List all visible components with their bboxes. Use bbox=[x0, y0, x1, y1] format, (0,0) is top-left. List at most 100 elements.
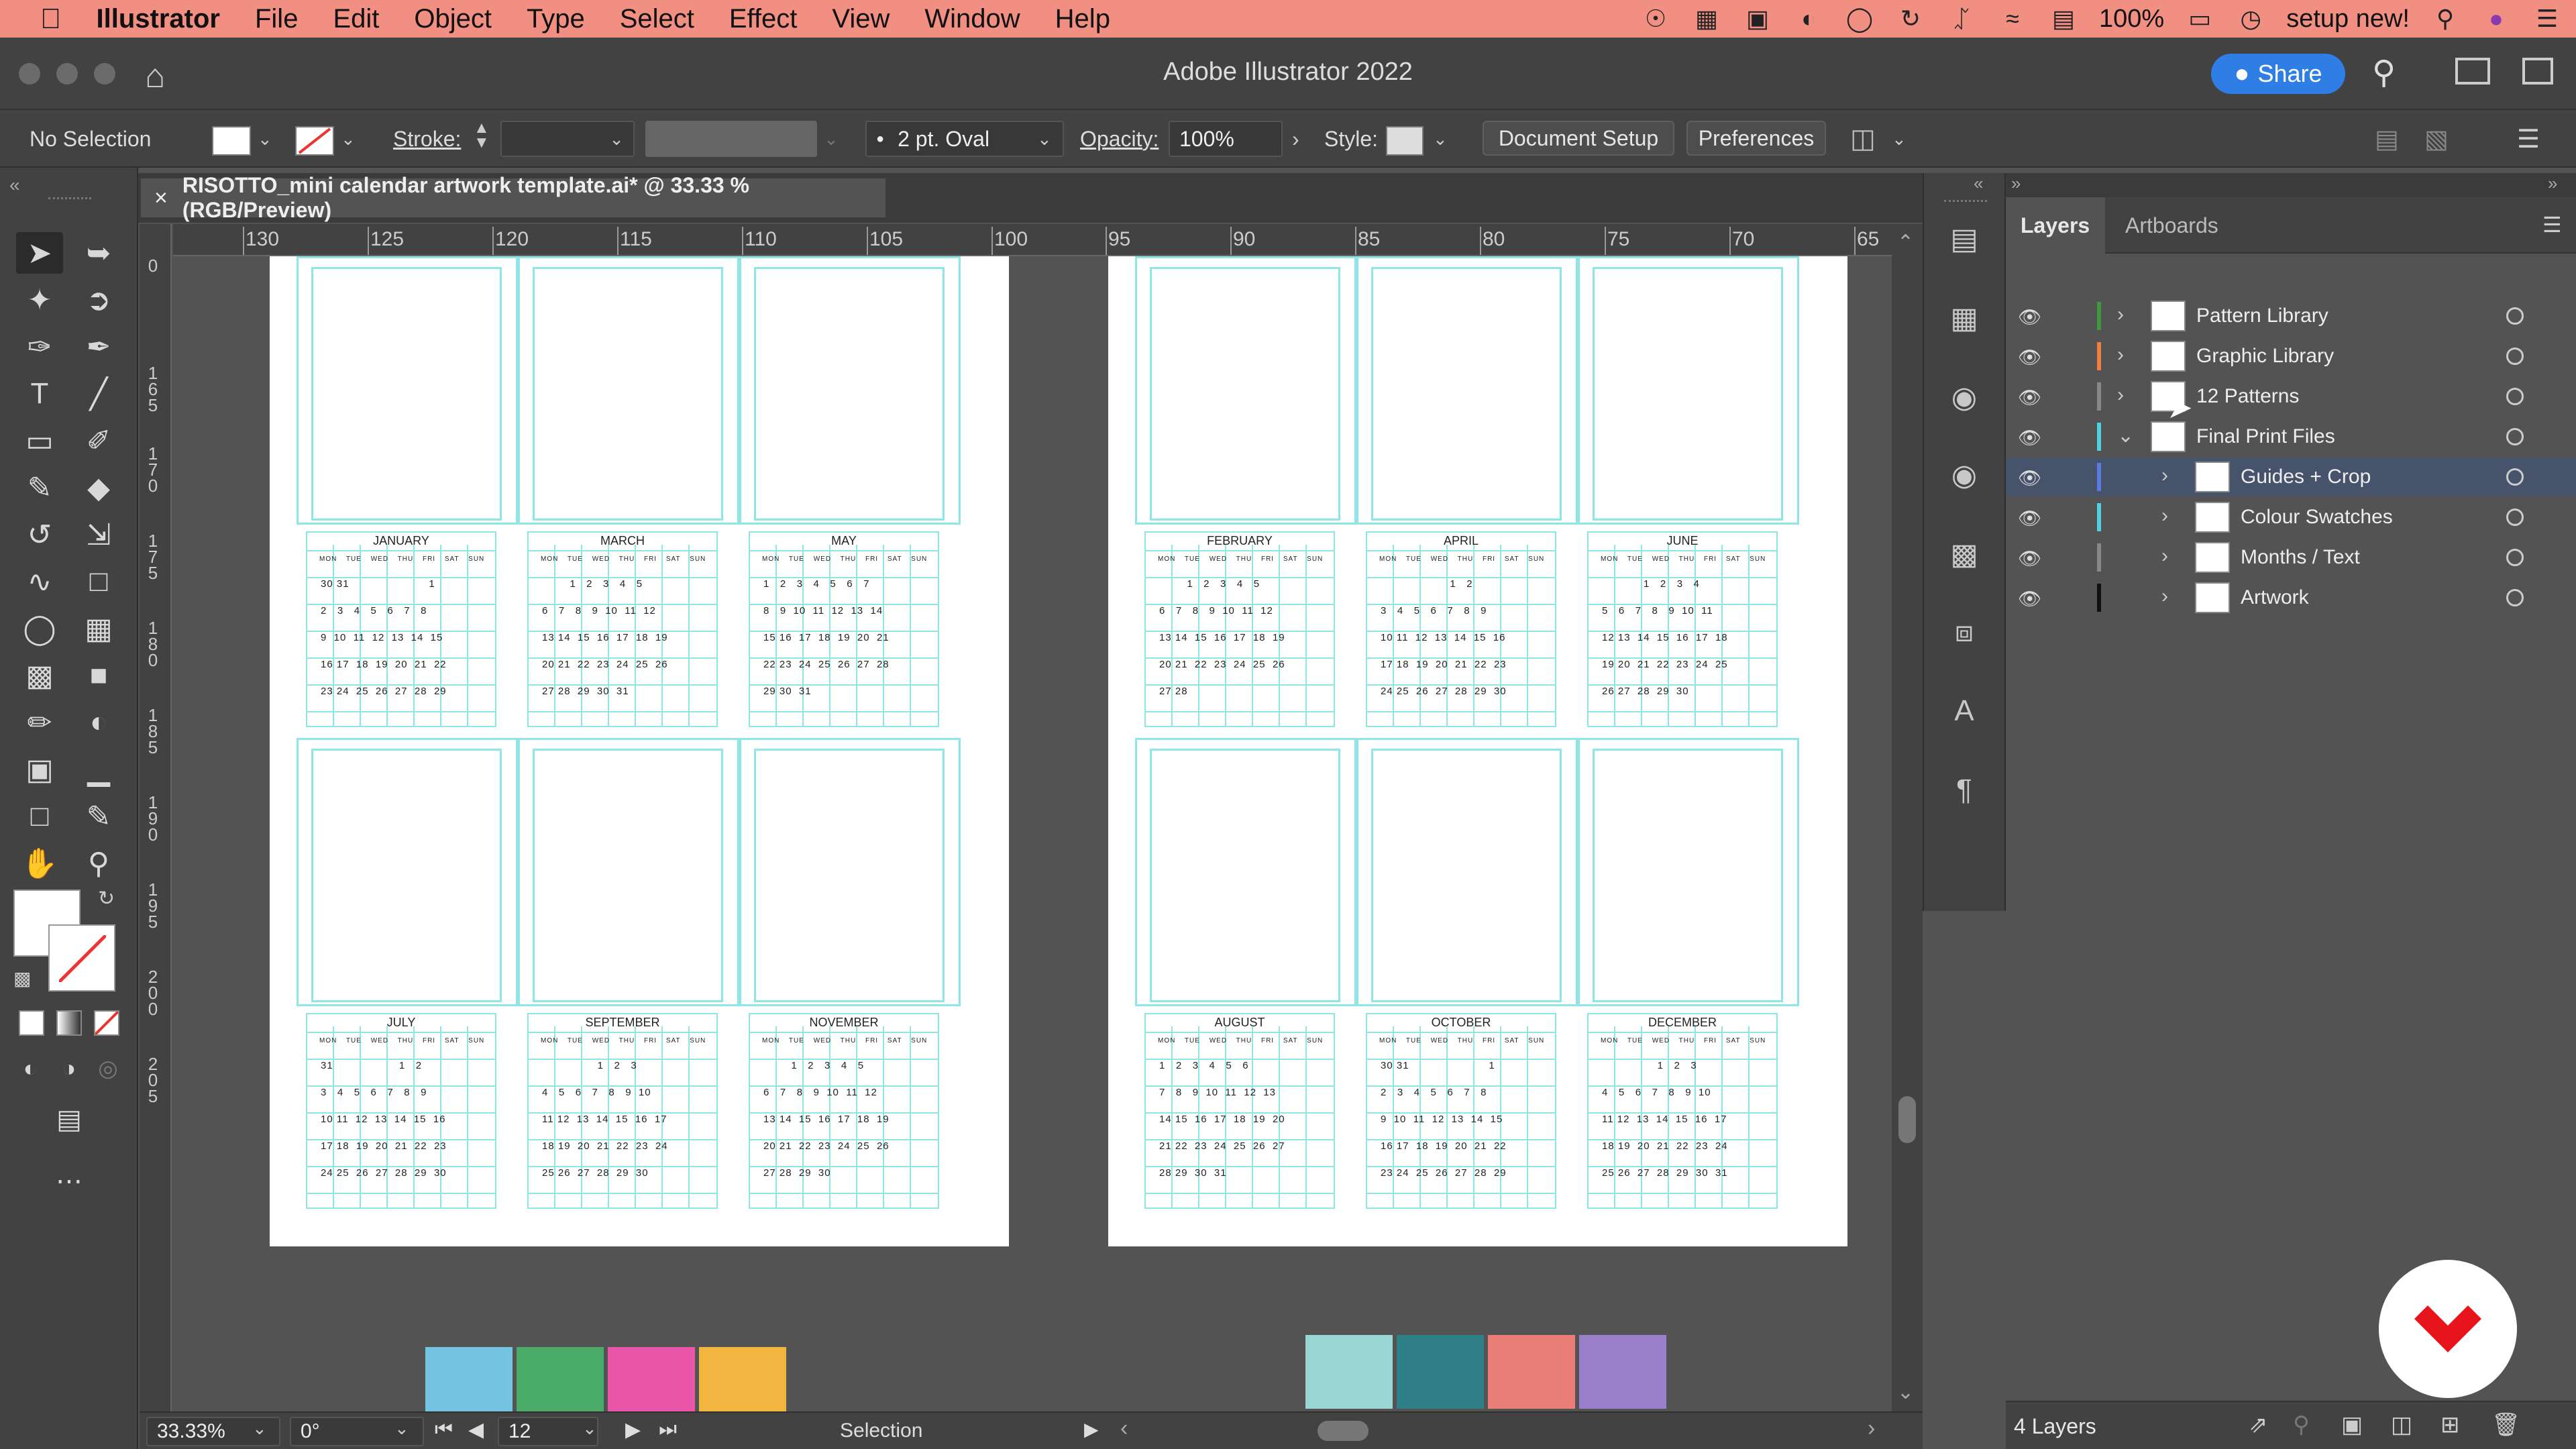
last-artboard-icon[interactable]: ⏭ bbox=[659, 1418, 677, 1441]
hand-tool-icon[interactable]: ✋ bbox=[16, 843, 63, 884]
menu-edit[interactable]: Edit bbox=[315, 4, 396, 34]
swatches-panel-icon[interactable]: ▩ bbox=[1943, 533, 1986, 576]
clipping-mask-icon[interactable]: ▣ bbox=[2341, 1411, 2363, 1438]
layer-target-icon[interactable] bbox=[2506, 468, 2524, 486]
perspective-grid-tool-icon[interactable]: ▦ bbox=[75, 608, 122, 649]
vertical-scrollbar[interactable]: ⌃ ⌄ bbox=[1892, 224, 1923, 1411]
expand-panels-icon[interactable]: « bbox=[1974, 173, 1983, 194]
control-bar-menu-icon[interactable]: ☰ bbox=[2517, 121, 2540, 157]
layers-menu-icon[interactable]: ☰ bbox=[2542, 212, 2562, 237]
siri-icon[interactable]: ● bbox=[2481, 5, 2512, 32]
menu-effect[interactable]: Effect bbox=[712, 4, 815, 34]
layer-row[interactable]: 👁 › Pattern Library bbox=[2006, 297, 2576, 335]
default-fill-stroke-icon[interactable]: ▩ bbox=[13, 967, 31, 989]
bluetooth-icon[interactable]: ᛢ bbox=[1946, 5, 1977, 32]
layer-target-icon[interactable] bbox=[2506, 549, 2524, 566]
layer-target-icon[interactable] bbox=[2506, 388, 2524, 405]
colour-swatch[interactable] bbox=[1579, 1335, 1666, 1409]
blend-tool-icon[interactable]: ◐ bbox=[75, 702, 122, 743]
direct-selection-tool-icon[interactable]: ➥ bbox=[75, 232, 122, 274]
style-dropdown-icon[interactable]: ⌄ bbox=[1433, 121, 1448, 157]
menu-select[interactable]: Select bbox=[602, 4, 712, 34]
calendar-icon[interactable]: ▤ bbox=[2048, 5, 2079, 32]
acrobat-icon[interactable]: ▣ bbox=[1742, 5, 1773, 32]
arrange-dropdown-icon[interactable]: ⌄ bbox=[1892, 121, 1907, 157]
layer-target-icon[interactable] bbox=[2506, 508, 2524, 526]
color-mode-icon[interactable] bbox=[19, 1010, 44, 1036]
visibility-eye-icon[interactable]: 👁 bbox=[2018, 306, 2042, 328]
expand-arrow-icon[interactable]: › bbox=[2117, 303, 2124, 326]
slice-tool-icon[interactable]: ✎ bbox=[75, 796, 122, 837]
layer-row[interactable]: 👁 › Artwork bbox=[2006, 578, 2576, 617]
lasso-tool-icon[interactable]: ➲ bbox=[75, 279, 122, 321]
stroke-stepper-icon[interactable]: ▲ ▼ bbox=[474, 120, 490, 157]
collapse-tools-icon[interactable]: « bbox=[9, 174, 20, 196]
search-icon[interactable]: ⚲ bbox=[2372, 54, 2396, 91]
expand-arrow-icon[interactable]: ⌄ bbox=[2117, 424, 2134, 447]
layer-name[interactable]: Colour Swatches bbox=[2241, 506, 2393, 529]
scroll-thumb[interactable] bbox=[1898, 1096, 1916, 1143]
stroke-label[interactable]: Stroke: bbox=[393, 121, 461, 157]
colour-swatch[interactable] bbox=[1305, 1335, 1393, 1409]
previous-artboard-icon[interactable]: ◀ bbox=[468, 1418, 484, 1442]
paintbrush-tool-icon[interactable]: ✐ bbox=[75, 420, 122, 462]
draw-inside-icon[interactable]: ◎ bbox=[85, 1048, 131, 1089]
layer-target-icon[interactable] bbox=[2506, 347, 2524, 365]
colour-swatch[interactable] bbox=[608, 1347, 695, 1411]
magic-wand-tool-icon[interactable]: ✦ bbox=[16, 279, 63, 321]
layer-name[interactable]: Graphic Library bbox=[2196, 345, 2334, 368]
export-icon[interactable]: ⇗ bbox=[2249, 1411, 2268, 1438]
creative-cloud-icon[interactable]: ☉ bbox=[1640, 5, 1671, 32]
paragraph-panel-icon[interactable]: ¶ bbox=[1943, 769, 1986, 812]
layer-name[interactable]: Final Print Files bbox=[2196, 425, 2335, 448]
menu-type[interactable]: Type bbox=[509, 4, 602, 34]
eraser-tool-icon[interactable]: ◆ bbox=[75, 467, 122, 508]
folder-app-icon[interactable]: ▦ bbox=[1691, 5, 1722, 32]
line-tool-icon[interactable]: ╱ bbox=[75, 373, 122, 415]
profile-dropdown-icon[interactable]: ⌄ bbox=[824, 121, 839, 157]
tools-grip[interactable] bbox=[48, 197, 91, 203]
width-tool-icon[interactable]: ∿ bbox=[16, 561, 63, 602]
expand-arrow-icon[interactable]: › bbox=[2161, 585, 2168, 608]
screen-mode-icon[interactable]: ▤ bbox=[46, 1099, 93, 1140]
properties-panel-icon[interactable]: ▤ bbox=[1943, 217, 1986, 260]
artboard-dropdown-icon[interactable]: ⌄ bbox=[582, 1418, 597, 1439]
status-menu-arrow-icon[interactable]: ▶ bbox=[1084, 1418, 1099, 1440]
eyedropper-tool-icon[interactable]: ✏ bbox=[16, 702, 63, 743]
align-icon[interactable]: ▤ bbox=[2375, 121, 2399, 157]
apple-icon[interactable]:  bbox=[0, 3, 79, 35]
layer-name[interactable]: Pattern Library bbox=[2196, 305, 2328, 327]
curvature-tool-icon[interactable]: ✑ bbox=[16, 326, 63, 368]
colour-swatch[interactable] bbox=[517, 1347, 604, 1411]
pathfinder-panel-icon[interactable]: ◉ bbox=[1943, 376, 1986, 419]
stroke-color-box[interactable] bbox=[48, 924, 115, 991]
variable-width-profile[interactable] bbox=[645, 121, 817, 157]
layer-name[interactable]: Guides + Crop bbox=[2241, 466, 2371, 488]
menu-app-name[interactable]: Illustrator bbox=[79, 4, 237, 34]
horizontal-scroll-thumb[interactable] bbox=[1318, 1421, 1368, 1441]
scroll-up-icon[interactable]: ⌃ bbox=[1897, 231, 1914, 254]
layer-row[interactable]: 👁 › Colour Swatches bbox=[2006, 498, 2576, 537]
brush-dropdown-icon[interactable]: ⌄ bbox=[1037, 121, 1052, 157]
scroll-right-icon[interactable]: › bbox=[1868, 1415, 1875, 1442]
battery-icon[interactable]: ▭ bbox=[2184, 5, 2215, 32]
menu-help[interactable]: Help bbox=[1038, 4, 1128, 34]
visibility-eye-icon[interactable]: 👁 bbox=[2018, 346, 2042, 368]
colour-swatch[interactable] bbox=[1397, 1335, 1484, 1409]
layer-name[interactable]: Artwork bbox=[2241, 586, 2309, 609]
style-swatch[interactable] bbox=[1386, 126, 1424, 156]
pen-tool-icon[interactable]: ✒ bbox=[75, 326, 122, 368]
visibility-eye-icon[interactable]: 👁 bbox=[2018, 467, 2042, 489]
stroke-dropdown-icon[interactable]: ⌄ bbox=[341, 121, 356, 157]
free-transform-tool-icon[interactable]: □ bbox=[75, 561, 122, 602]
expand-arrow-icon[interactable]: › bbox=[2161, 464, 2168, 487]
share-button[interactable]: ● Share bbox=[2211, 54, 2345, 94]
preferences-button[interactable]: Preferences bbox=[1686, 121, 1826, 156]
visibility-eye-icon[interactable]: 👁 bbox=[2018, 547, 2042, 570]
layer-row[interactable]: 👁 › Graphic Library bbox=[2006, 337, 2576, 376]
new-sublayer-icon[interactable]: ◫ bbox=[2391, 1411, 2412, 1438]
clock-icon[interactable]: ◷ bbox=[2235, 5, 2266, 32]
locate-object-icon[interactable]: ⚲ bbox=[2293, 1411, 2310, 1438]
close-tab-icon[interactable]: × bbox=[154, 185, 168, 211]
swap-fill-stroke-icon[interactable]: ↻ bbox=[98, 887, 115, 910]
